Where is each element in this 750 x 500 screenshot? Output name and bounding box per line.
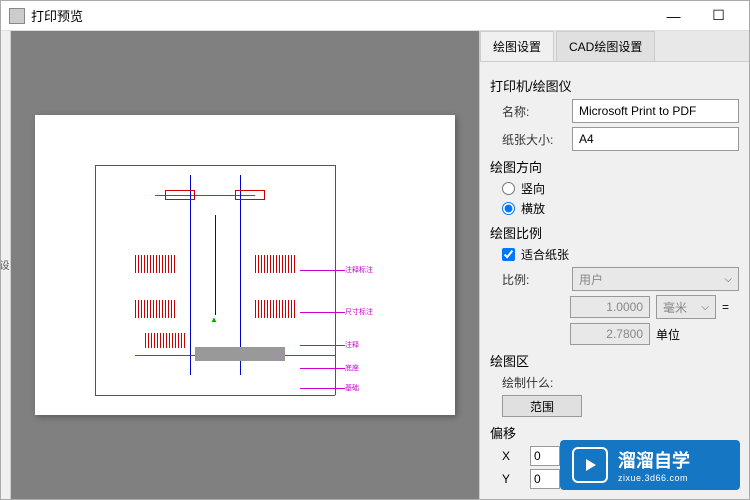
scale-unit1-value: 毫米 (663, 299, 687, 316)
paper-size-label: 纸张大小: (502, 131, 572, 148)
plot-what-label: 绘制什么: (502, 374, 572, 391)
fit-paper-input[interactable] (502, 248, 515, 261)
watermark-text: 溜溜自学 zixue.3d66.com (618, 447, 690, 483)
portrait-label: 竖向 (521, 180, 545, 197)
paper-size-dropdown[interactable]: A4 (572, 127, 739, 151)
tab-drawing-settings[interactable]: 绘图设置 (480, 31, 554, 61)
printer-section-title: 打印机/绘图仪 (490, 76, 739, 95)
printer-name-dropdown[interactable]: Microsoft Print to PDF (572, 99, 739, 123)
offset-x-label: X (502, 449, 522, 463)
preview-page: ▲ 注释标注 尺寸标注 注释 底座 基础 (35, 115, 455, 415)
plot-what-row: 绘制什么: (490, 374, 739, 391)
content-area: 设 (1, 31, 749, 499)
offset-x-input[interactable] (530, 446, 560, 466)
equals-label: = (722, 300, 729, 314)
play-icon (572, 447, 608, 483)
tabs-bar: 绘图设置 CAD绘图设置 (480, 31, 749, 62)
plot-area-section-title: 绘图区 (490, 351, 739, 370)
orientation-section-title: 绘图方向 (490, 157, 739, 176)
edge-label: 设 (1, 260, 10, 270)
fit-paper-checkbox[interactable]: 适合纸张 (490, 246, 739, 263)
window-controls: — ☐ (651, 2, 741, 30)
scale-ratio-dropdown: 用户 ⌵ (572, 267, 739, 291)
offset-y-input[interactable] (530, 469, 560, 489)
scale-value2-input (570, 323, 650, 345)
watermark-main: 溜溜自学 (618, 447, 690, 473)
titlebar: 打印预览 — ☐ (1, 1, 749, 31)
watermark-sub: zixue.3d66.com (618, 473, 690, 483)
paper-size-row: 纸张大小: A4 (490, 127, 739, 151)
tab-cad-drawing-settings[interactable]: CAD绘图设置 (556, 31, 655, 61)
cad-drawing: ▲ 注释标注 尺寸标注 注释 底座 基础 (35, 115, 455, 415)
orientation-portrait-radio[interactable]: 竖向 (502, 180, 739, 197)
settings-body: 打印机/绘图仪 名称: Microsoft Print to PDF 纸张大小:… (480, 62, 749, 499)
chevron-down-icon: ⌵ (701, 302, 709, 313)
window-title: 打印预览 (31, 6, 651, 25)
printer-name-value: Microsoft Print to PDF (579, 104, 696, 118)
scale-unit1-dropdown: 毫米 ⌵ (656, 295, 716, 319)
maximize-button[interactable]: ☐ (696, 2, 741, 30)
scale-value2-row: 单位 (490, 323, 739, 345)
preview-area: ▲ 注释标注 尺寸标注 注释 底座 基础 (11, 31, 479, 499)
plot-what-value: 范围 (530, 398, 554, 415)
scale-section-title: 绘图比例 (490, 223, 739, 242)
left-edge-tabs: 设 (1, 31, 11, 499)
app-icon (9, 8, 25, 24)
minimize-button[interactable]: — (651, 2, 696, 30)
landscape-label: 横放 (521, 200, 545, 217)
landscape-radio-input[interactable] (502, 202, 515, 215)
printer-name-row: 名称: Microsoft Print to PDF (490, 99, 739, 123)
printer-name-label: 名称: (502, 103, 572, 120)
scale-ratio-value: 用户 (579, 271, 603, 288)
fit-paper-label: 适合纸张 (521, 246, 569, 263)
scale-value1-input (570, 296, 650, 318)
portrait-radio-input[interactable] (502, 182, 515, 195)
plot-what-dropdown[interactable]: 范围 (502, 395, 582, 417)
paper-size-value: A4 (579, 132, 594, 146)
scale-unit2-label: 单位 (656, 326, 680, 343)
chevron-down-icon: ⌵ (724, 274, 732, 285)
orientation-landscape-radio[interactable]: 横放 (502, 200, 739, 217)
print-preview-window: 打印预览 — ☐ 设 (0, 0, 750, 500)
scale-ratio-row: 比例: 用户 ⌵ (490, 267, 739, 291)
orientation-radio-group: 竖向 横放 (490, 180, 739, 217)
offset-y-label: Y (502, 472, 522, 486)
scale-ratio-label: 比例: (502, 271, 572, 288)
scale-value1-row: 毫米 ⌵ = (490, 295, 739, 319)
watermark-badge: 溜溜自学 zixue.3d66.com (560, 440, 740, 490)
settings-panel: 绘图设置 CAD绘图设置 打印机/绘图仪 名称: Microsoft Print… (479, 31, 749, 499)
plot-what-value-row: 范围 (490, 395, 739, 417)
